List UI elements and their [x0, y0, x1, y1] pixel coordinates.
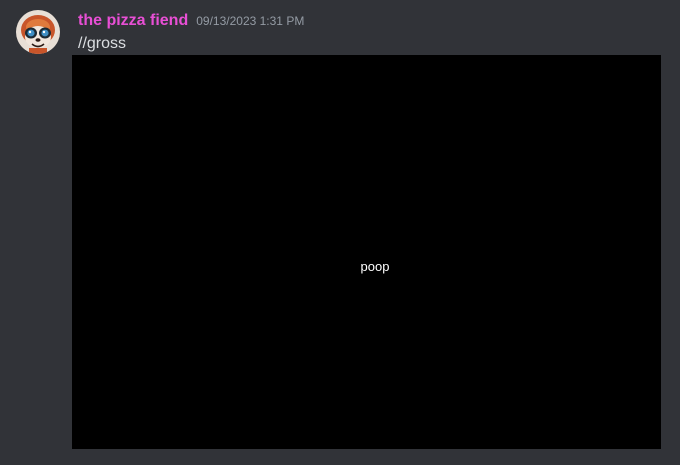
message-header: the pizza fiend 09/13/2023 1:31 PM [78, 10, 304, 32]
message-content: //gross [78, 35, 127, 52]
image-attachment[interactable]: poop [72, 55, 661, 449]
cartoon-creature-avatar-icon [16, 10, 60, 54]
username[interactable]: the pizza fiend [78, 10, 188, 32]
attachment-text: poop [360, 259, 390, 274]
user-avatar[interactable] [16, 10, 60, 54]
timestamp: 09/13/2023 1:31 PM [196, 14, 305, 28]
chat-message: the pizza fiend 09/13/2023 1:31 PM //gro… [0, 0, 680, 465]
